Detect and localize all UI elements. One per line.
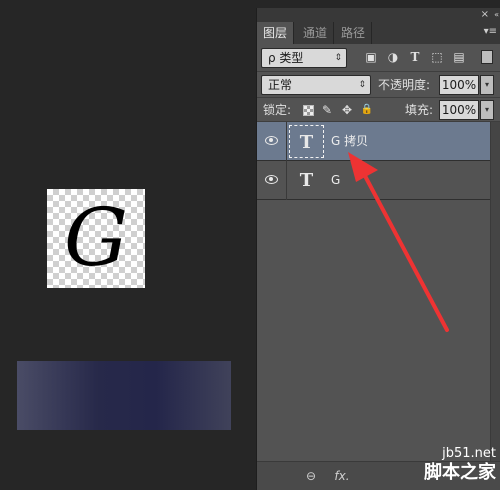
blend-row: 正常 ⇕ 不透明度: 100% ▾: [257, 72, 500, 98]
eye-icon: [265, 175, 278, 184]
tab-paths[interactable]: 路径: [335, 22, 373, 44]
lock-image-pixels-icon[interactable]: ✎: [319, 102, 335, 118]
layer-row-g-copy[interactable]: T G 拷贝: [257, 122, 490, 161]
panel-menu-icon[interactable]: ▾≡: [484, 26, 497, 38]
visibility-toggle[interactable]: [257, 122, 287, 161]
smart-object-filter-icon[interactable]: ▤: [451, 49, 467, 65]
lock-row: 锁定: ✎ ✥ 🔒 填充: 100% ▾: [257, 98, 500, 122]
layers-panel: × « 图层 通道 路径 ▾≡ ρ 类型 ⇕ ▣ ◑ T ⬚ ▤ 正常 ⇕ 不透…: [256, 8, 500, 490]
fx-icon[interactable]: fx.: [331, 467, 353, 485]
tab-channels[interactable]: 通道: [297, 22, 335, 44]
close-icon[interactable]: ×: [481, 9, 489, 21]
filter-toggle-switch[interactable]: [481, 50, 493, 64]
dropdown-arrow-icon: ⇕: [334, 53, 342, 63]
opacity-label: 不透明度:: [378, 78, 431, 92]
type-layer-thumbnail[interactable]: T: [289, 125, 324, 158]
dropdown-arrow-icon: ⇕: [358, 80, 366, 90]
watermark: jb51.net 脚本之家: [400, 446, 496, 486]
filter-kind-dropdown[interactable]: ρ 类型 ⇕: [261, 48, 347, 68]
blurred-gradient-bar: [17, 361, 231, 430]
layer-name[interactable]: G: [331, 161, 340, 200]
fill-label: 填充:: [405, 103, 434, 117]
image-filter-icon[interactable]: ▣: [363, 49, 379, 65]
opacity-input[interactable]: 100%: [439, 75, 479, 95]
type-filter-icon[interactable]: T: [407, 49, 423, 65]
panel-tab-bar: 图层 通道 路径 ▾≡: [257, 22, 500, 44]
tab-layers[interactable]: 图层: [257, 22, 295, 44]
fill-dropdown-arrow[interactable]: ▾: [480, 100, 494, 120]
eye-icon: [265, 136, 278, 145]
layer-name[interactable]: G 拷贝: [331, 122, 368, 161]
lock-transparent-pixels-icon[interactable]: [303, 105, 314, 116]
document-preview: G: [47, 189, 145, 288]
blend-mode-dropdown[interactable]: 正常 ⇕: [261, 75, 371, 95]
panel-title-strip: × «: [257, 8, 500, 22]
watermark-site-name: 脚本之家: [424, 462, 496, 483]
visibility-toggle[interactable]: [257, 161, 287, 200]
layer-row-g[interactable]: T G: [257, 161, 490, 200]
watermark-url: jb51.net: [442, 446, 496, 461]
lock-all-icon[interactable]: 🔒: [359, 102, 375, 118]
type-layer-thumbnail[interactable]: T: [289, 164, 324, 197]
filter-row: ρ 类型 ⇕ ▣ ◑ T ⬚ ▤: [257, 44, 500, 72]
collapse-icon[interactable]: «: [494, 9, 499, 21]
filter-kind-label: ρ 类型: [268, 51, 304, 65]
adjustment-filter-icon[interactable]: ◑: [385, 49, 401, 65]
document-canvas-area: G: [0, 0, 256, 490]
document-letter: G: [64, 191, 128, 284]
link-layers-icon[interactable]: ⊖: [303, 467, 319, 485]
opacity-dropdown-arrow[interactable]: ▾: [480, 75, 494, 95]
layers-scrollbar[interactable]: [490, 122, 500, 461]
blend-mode-value: 正常: [268, 78, 293, 92]
fill-input[interactable]: 100%: [439, 100, 479, 120]
shape-filter-icon[interactable]: ⬚: [429, 49, 445, 65]
lock-position-icon[interactable]: ✥: [339, 102, 355, 118]
lock-label: 锁定:: [263, 103, 292, 117]
